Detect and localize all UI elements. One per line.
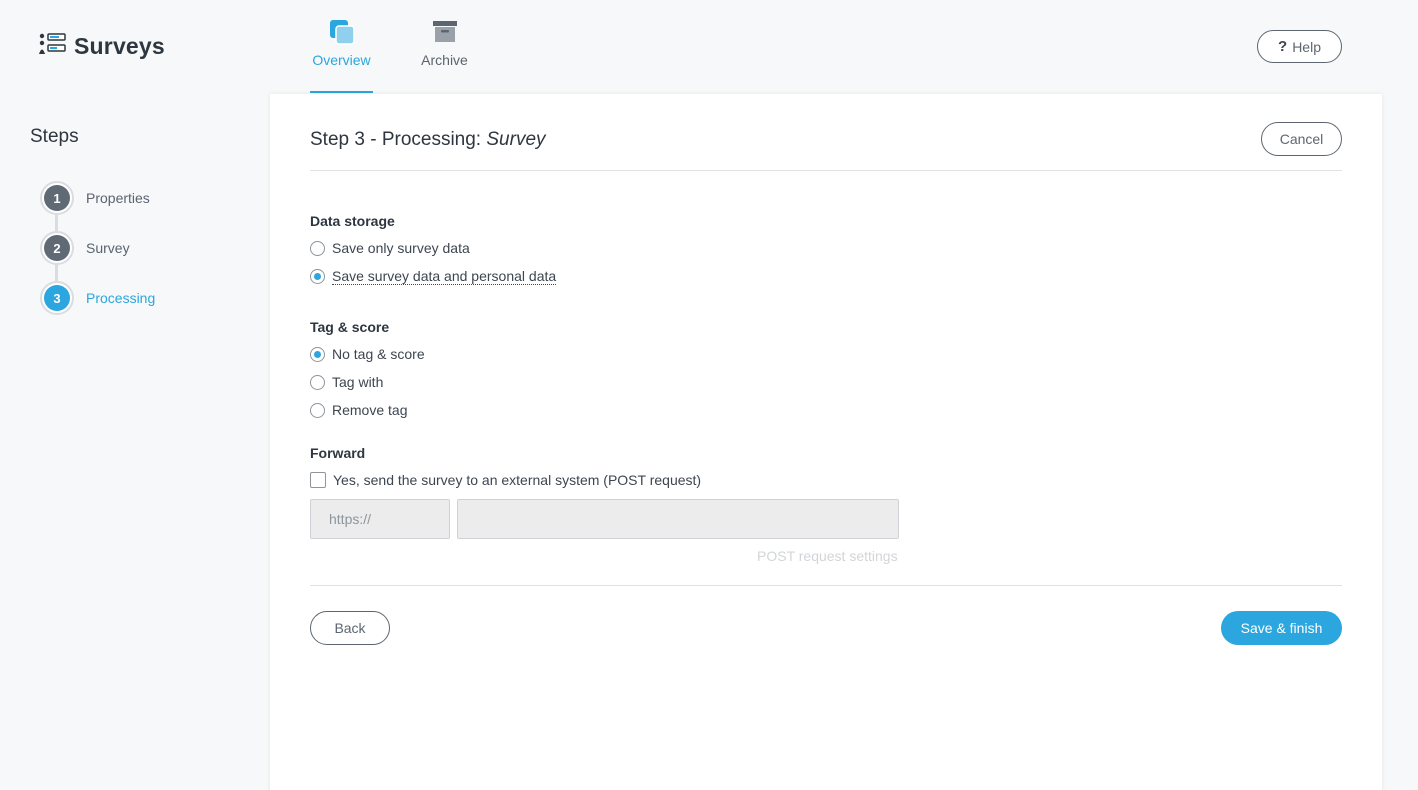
- step-number-badge: 3: [40, 281, 74, 315]
- radio-button[interactable]: [310, 269, 325, 284]
- forward-checkbox-row[interactable]: Yes, send the survey to an external syst…: [310, 472, 701, 488]
- radio-button[interactable]: [310, 374, 325, 390]
- save-finish-button[interactable]: Save & finish: [1221, 611, 1342, 645]
- step-connector: [55, 263, 58, 283]
- step-properties[interactable]: 1 Properties: [40, 181, 150, 215]
- tag-score-label: Tag & score: [310, 319, 390, 335]
- radio-button[interactable]: [310, 402, 325, 418]
- steps-title: Steps: [30, 126, 79, 147]
- question-icon: ?: [1278, 38, 1288, 55]
- tab-archive-label: Archive: [421, 52, 468, 68]
- tab-archive[interactable]: Archive: [413, 18, 476, 93]
- forward-label: Forward: [310, 445, 366, 461]
- survey-list-icon: [38, 32, 66, 61]
- help-button[interactable]: ? Help: [1257, 30, 1342, 63]
- url-input[interactable]: [457, 499, 899, 539]
- page-title: Step 3 - Processing: Survey: [310, 129, 546, 150]
- forward-checkbox[interactable]: [310, 472, 326, 488]
- step-processing[interactable]: 3 Processing: [40, 281, 155, 315]
- tab-overview[interactable]: Overview: [310, 18, 373, 93]
- footer-divider: [310, 585, 1342, 586]
- step-label: Properties: [86, 190, 150, 206]
- radio-tag-with[interactable]: Tag with: [310, 374, 383, 390]
- archive-icon: [432, 18, 458, 50]
- protocol-input[interactable]: [310, 499, 450, 539]
- help-label: Help: [1292, 38, 1321, 55]
- radio-button[interactable]: [310, 240, 325, 256]
- step-survey[interactable]: 2 Survey: [40, 231, 130, 265]
- radio-save-survey-and-personal-data[interactable]: Save survey data and personal data: [310, 268, 557, 285]
- step-label: Processing: [86, 290, 156, 306]
- top-tabs: Overview Archive: [310, 18, 476, 93]
- step-number-badge: 1: [40, 181, 74, 215]
- overview-icon: [328, 18, 356, 50]
- survey-name: Survey: [486, 129, 546, 150]
- app-title: Surveys: [38, 32, 165, 61]
- processing-card: Step 3 - Processing: Survey Cancel Data …: [270, 94, 1382, 790]
- radio-save-only-survey-data[interactable]: Save only survey data: [310, 240, 470, 256]
- step-number-badge: 2: [40, 231, 74, 265]
- step-label: Survey: [86, 240, 130, 256]
- step-connector: [55, 213, 58, 233]
- back-button[interactable]: Back: [310, 611, 390, 645]
- app-title-text: Surveys: [74, 33, 165, 59]
- radio-button[interactable]: [310, 346, 325, 362]
- tab-overview-label: Overview: [312, 52, 371, 68]
- post-request-settings-link[interactable]: POST request settings: [757, 548, 898, 564]
- data-storage-label: Data storage: [310, 213, 395, 229]
- radio-no-tag-score[interactable]: No tag & score: [310, 346, 425, 362]
- radio-remove-tag[interactable]: Remove tag: [310, 402, 407, 418]
- header-divider: [310, 170, 1342, 171]
- cancel-button[interactable]: Cancel: [1261, 122, 1342, 156]
